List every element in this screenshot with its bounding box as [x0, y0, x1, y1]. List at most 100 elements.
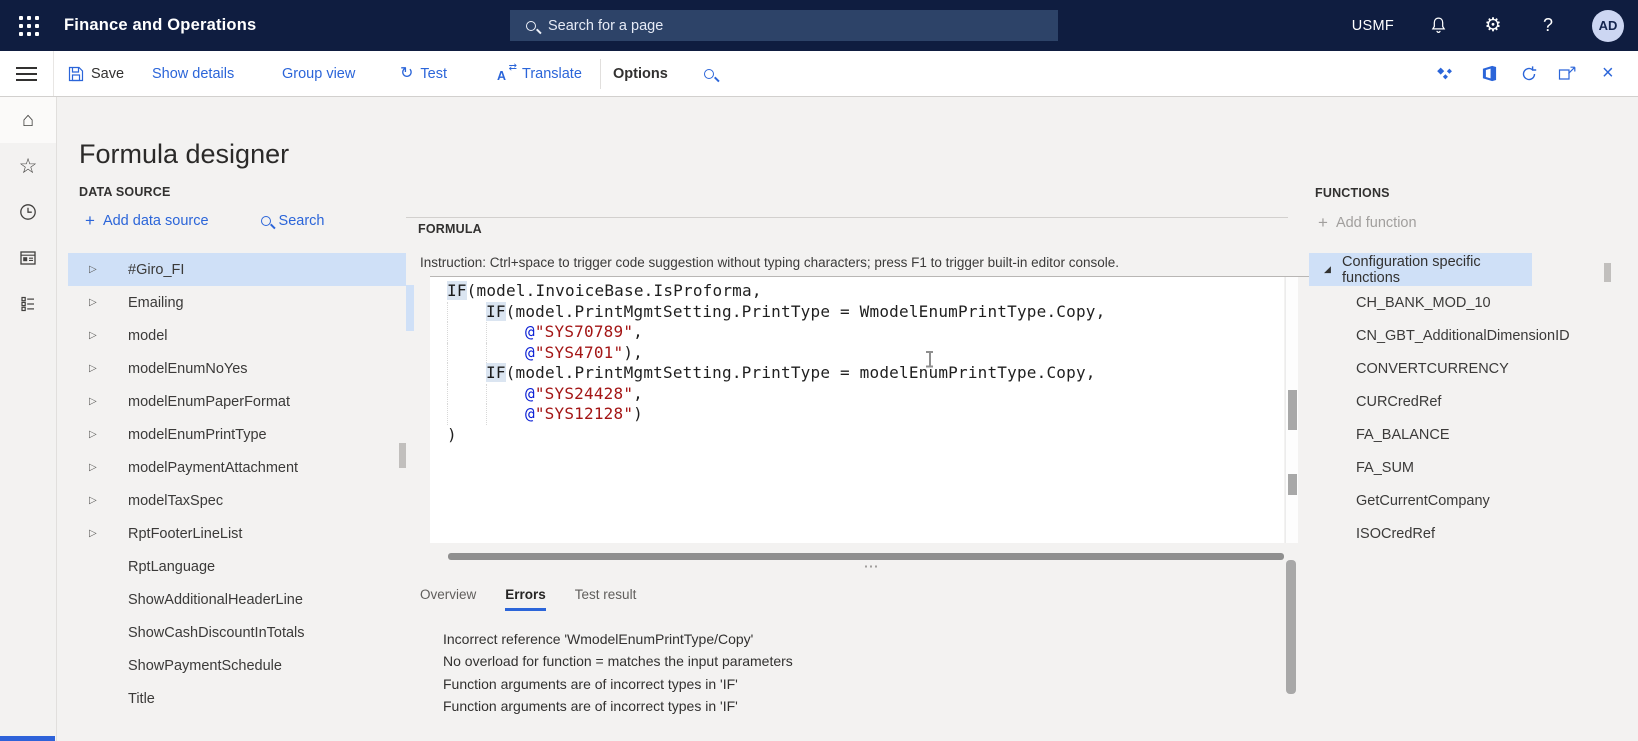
- tree-item-RptLanguage[interactable]: RptLanguage: [68, 550, 406, 583]
- checklist-icon: [18, 294, 38, 314]
- function-item-CONVERTCURRENCY[interactable]: CONVERTCURRENCY: [1309, 352, 1589, 385]
- office-apps-button[interactable]: [1481, 51, 1498, 96]
- function-item-FA_SUM[interactable]: FA_SUM: [1309, 451, 1589, 484]
- code-line: ): [447, 425, 1284, 446]
- scrollbar-thumb[interactable]: [1288, 474, 1297, 495]
- nav-recent-button[interactable]: [0, 189, 56, 235]
- code-token: ): [633, 404, 643, 423]
- function-item-CN_GBT_AdditionalDimensionID[interactable]: CN_GBT_AdditionalDimensionID: [1309, 319, 1589, 352]
- tree-item-#Giro_FI[interactable]: ▷#Giro_FI: [68, 253, 406, 286]
- help-button[interactable]: ?: [1537, 15, 1559, 37]
- nav-favorites-button[interactable]: ☆: [0, 143, 56, 189]
- indent-guide: [486, 343, 525, 364]
- expand-chevron-icon[interactable]: ▷: [68, 528, 98, 539]
- show-details-button[interactable]: Show details: [152, 51, 234, 96]
- star-icon: ☆: [19, 156, 38, 177]
- expand-chevron-icon[interactable]: ▷: [68, 363, 98, 374]
- editor-vertical-scrollbar[interactable]: [1285, 277, 1298, 543]
- settings-button[interactable]: ⚙: [1482, 15, 1504, 37]
- open-in-new-window-button[interactable]: [1558, 51, 1576, 96]
- indent-guide: [447, 404, 486, 425]
- tree-item-Emailing[interactable]: ▷Emailing: [68, 286, 406, 319]
- indent-guide: [447, 343, 486, 364]
- translate-button[interactable]: A ⇄ Translate: [497, 51, 582, 96]
- tree-item-Title[interactable]: Title: [68, 682, 406, 715]
- action-bar: Save Show details Group view ↻ Test A ⇄ …: [0, 51, 1638, 97]
- add-data-source-button[interactable]: + Add data source: [85, 212, 209, 229]
- refresh-button[interactable]: [1520, 51, 1538, 96]
- test-button[interactable]: ↻ Test: [400, 51, 447, 96]
- page-search-input[interactable]: Search for a page: [510, 10, 1058, 41]
- tree-item-model[interactable]: ▷model: [68, 319, 406, 352]
- waffle-menu-button[interactable]: [0, 0, 57, 51]
- formula-code-editor[interactable]: IF(model.InvoiceBase.IsProforma,IF(model…: [430, 277, 1284, 543]
- plus-icon: +: [1318, 214, 1328, 231]
- expand-chevron-icon[interactable]: ▷: [68, 330, 98, 341]
- collapse-triangle-icon[interactable]: ◢: [1309, 264, 1342, 275]
- tree-item-RptFooterLineList[interactable]: ▷RptFooterLineList: [68, 517, 406, 550]
- code-token: @: [525, 343, 535, 362]
- hamburger-menu-button[interactable]: [16, 67, 37, 81]
- help-icon: ?: [1543, 15, 1553, 36]
- tree-item-ShowAdditionalHeaderLine[interactable]: ShowAdditionalHeaderLine: [68, 583, 406, 616]
- company-picker[interactable]: USMF: [1352, 18, 1394, 34]
- code-token: @: [525, 404, 535, 423]
- indent-guide: [447, 302, 486, 323]
- avatar[interactable]: AD: [1592, 10, 1624, 42]
- search-placeholder: Search for a page: [548, 18, 663, 34]
- nav-home-button[interactable]: ⌂: [0, 97, 56, 143]
- error-message: No overload for function = matches the i…: [443, 650, 793, 672]
- tab-test-result[interactable]: Test result: [575, 587, 637, 608]
- function-item-label: GetCurrentCompany: [1309, 493, 1490, 509]
- tree-item-ShowCashDiscountInTotals[interactable]: ShowCashDiscountInTotals: [68, 616, 406, 649]
- expand-chevron-icon[interactable]: ▷: [68, 396, 98, 407]
- results-vertical-scrollbar[interactable]: [1286, 560, 1296, 694]
- functions-scrollbar[interactable]: [1604, 263, 1611, 282]
- expand-chevron-icon[interactable]: ▷: [68, 264, 98, 275]
- function-group-configuration-specific[interactable]: ◢ Configuration specific functions: [1309, 253, 1532, 286]
- notifications-button[interactable]: [1427, 15, 1449, 37]
- function-item-label: FA_SUM: [1309, 460, 1414, 476]
- divider: [53, 51, 54, 96]
- code-token: ),: [623, 343, 643, 362]
- function-item-FA_BALANCE[interactable]: FA_BALANCE: [1309, 418, 1589, 451]
- tree-item-modelTaxSpec[interactable]: ▷modelTaxSpec: [68, 484, 406, 517]
- toolbar-search-button[interactable]: [704, 51, 714, 96]
- tree-item-modelPaymentAttachment[interactable]: ▷modelPaymentAttachment: [68, 451, 406, 484]
- function-item-GetCurrentCompany[interactable]: GetCurrentCompany: [1309, 484, 1589, 517]
- add-function-label: Add function: [1336, 215, 1417, 231]
- rail-bottom-strip: [0, 736, 55, 741]
- close-button[interactable]: ×: [1602, 51, 1614, 96]
- tab-overview[interactable]: Overview: [420, 587, 476, 608]
- page-title: Formula designer: [79, 139, 289, 170]
- tree-item-modelEnumPaperFormat[interactable]: ▷modelEnumPaperFormat: [68, 385, 406, 418]
- tree-item-label: ShowPaymentSchedule: [98, 658, 282, 674]
- scrollbar-thumb[interactable]: [1288, 390, 1297, 430]
- tree-item-ShowPaymentSchedule[interactable]: ShowPaymentSchedule: [68, 649, 406, 682]
- function-item-label: FA_BALANCE: [1309, 427, 1450, 443]
- app-window: Finance and Operations Search for a page…: [0, 0, 1638, 741]
- function-item-CURCredRef[interactable]: CURCredRef: [1309, 385, 1589, 418]
- code-token: ,: [633, 322, 643, 341]
- expand-chevron-icon[interactable]: ▷: [68, 297, 98, 308]
- tab-errors[interactable]: Errors: [505, 587, 546, 611]
- flow-button[interactable]: [1435, 51, 1455, 96]
- add-function-button[interactable]: + Add function: [1318, 214, 1417, 233]
- data-source-search-button[interactable]: Search: [261, 212, 325, 229]
- splitter-handle[interactable]: ⋯: [812, 557, 932, 575]
- expand-chevron-icon[interactable]: ▷: [68, 495, 98, 506]
- group-view-button[interactable]: Group view: [282, 51, 355, 96]
- nav-modules-button[interactable]: [0, 281, 56, 327]
- expand-chevron-icon[interactable]: ▷: [68, 462, 98, 473]
- function-item-CH_BANK_MOD_10[interactable]: CH_BANK_MOD_10: [1309, 286, 1589, 319]
- tree-item-modelEnumPrintType[interactable]: ▷modelEnumPrintType: [68, 418, 406, 451]
- nav-workspaces-button[interactable]: [0, 235, 56, 281]
- error-message: Incorrect reference 'WmodelEnumPrintType…: [443, 628, 793, 650]
- function-item-ISOCredRef[interactable]: ISOCredRef: [1309, 517, 1589, 550]
- expand-chevron-icon[interactable]: ▷: [68, 429, 98, 440]
- save-button[interactable]: Save: [68, 51, 124, 96]
- tree-item-modelEnumNoYes[interactable]: ▷modelEnumNoYes: [68, 352, 406, 385]
- options-menu[interactable]: Options: [613, 51, 668, 96]
- code-line: IF(model.InvoiceBase.IsProforma,: [447, 281, 1284, 302]
- data-source-scrollbar[interactable]: [399, 443, 406, 468]
